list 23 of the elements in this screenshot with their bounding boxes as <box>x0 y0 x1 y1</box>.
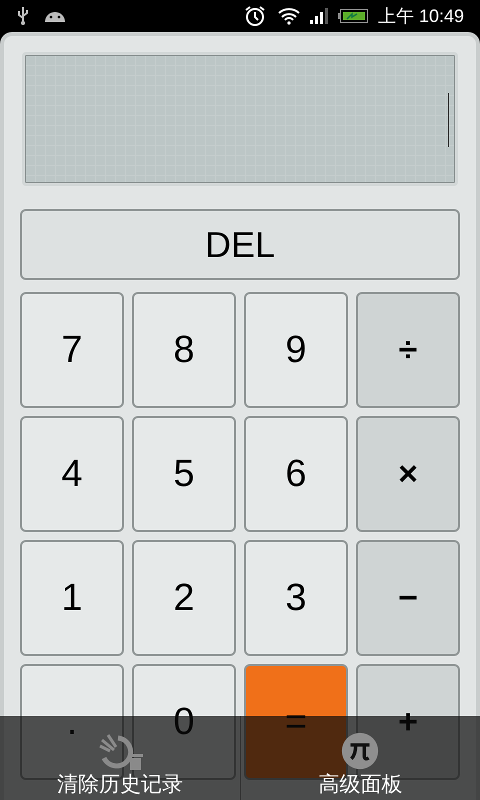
pi-icon <box>341 732 380 770</box>
digit-key[interactable]: 3 <box>244 540 348 656</box>
digit-key[interactable]: 5 <box>132 416 236 532</box>
digit-key[interactable]: 2 <box>132 540 236 656</box>
digit-key[interactable]: 4 <box>20 416 124 532</box>
digit-key[interactable]: 7 <box>20 292 124 408</box>
clock-time: 上午 10:49 <box>378 4 464 28</box>
usb-icon <box>16 6 30 26</box>
operator-key[interactable]: − <box>356 540 460 656</box>
digit-key[interactable]: 6 <box>244 416 348 532</box>
digit-key[interactable]: 1 <box>20 540 124 656</box>
digit-key[interactable]: 8 <box>132 292 236 408</box>
wifi-icon <box>278 7 300 25</box>
menu-item[interactable]: 高级面板 <box>318 732 402 798</box>
alarm-icon <box>244 5 266 27</box>
menu-item[interactable]: 清除历史记录 <box>56 734 183 798</box>
battery-icon <box>338 9 368 23</box>
operator-key[interactable]: ÷ <box>356 292 460 408</box>
operator-key[interactable]: × <box>356 416 460 532</box>
delete-key[interactable]: DEL <box>20 209 460 280</box>
android-icon <box>44 9 66 23</box>
digit-key[interactable]: 9 <box>244 292 348 408</box>
signal-icon <box>310 8 328 24</box>
